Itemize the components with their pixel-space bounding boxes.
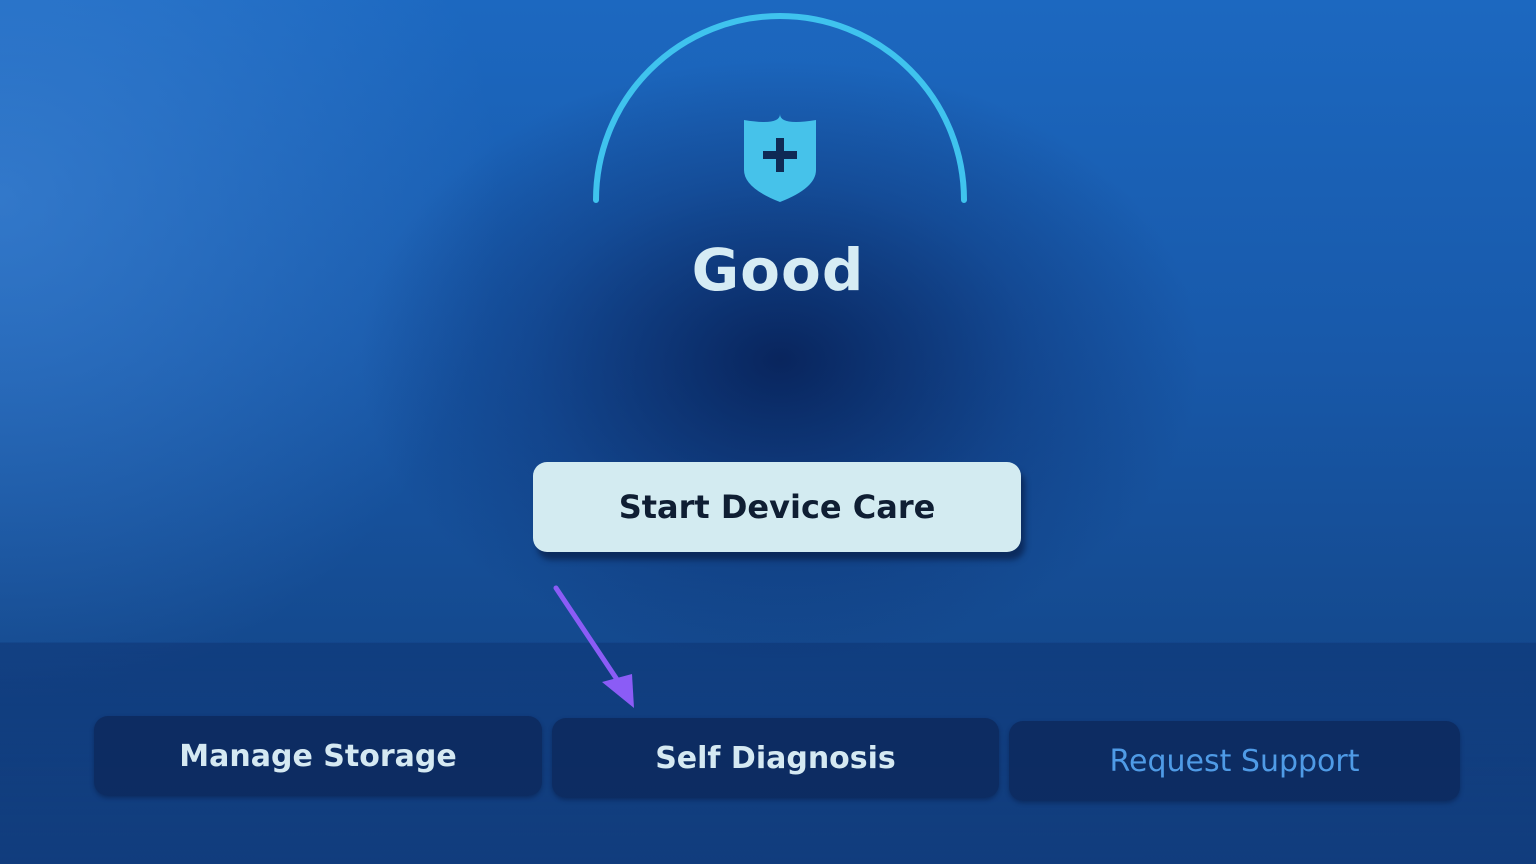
device-care-screen: Good Start Device Care Manage Storage Se… (0, 0, 1536, 864)
self-diagnosis-button[interactable]: Self Diagnosis (552, 718, 999, 798)
manage-storage-button[interactable]: Manage Storage (94, 716, 542, 796)
shield-plus-icon (744, 114, 816, 202)
device-status-label: Good (691, 236, 865, 304)
annotation-arrow-icon (553, 585, 634, 708)
start-device-care-button[interactable]: Start Device Care (533, 462, 1021, 552)
request-support-button[interactable]: Request Support (1009, 721, 1460, 801)
